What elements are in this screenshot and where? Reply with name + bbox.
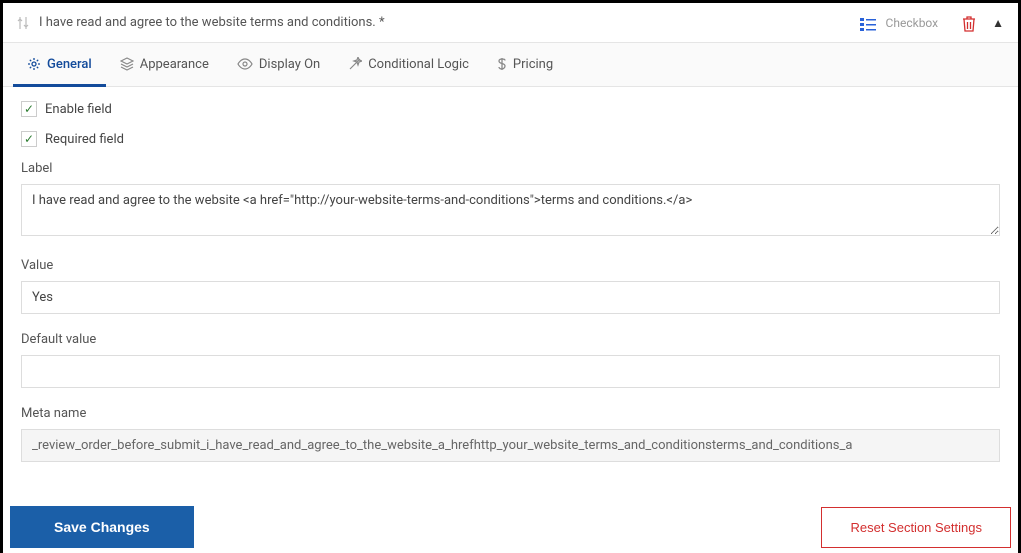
dollar-icon (497, 56, 507, 72)
field-type-label: Checkbox (886, 16, 939, 30)
gear-icon (27, 56, 41, 72)
tab-appearance[interactable]: Appearance (106, 44, 223, 87)
checkbox-checked-icon[interactable]: ✓ (21, 101, 37, 117)
layers-icon (120, 56, 134, 72)
wand-icon (348, 56, 362, 72)
enable-field-label: Enable field (45, 102, 112, 117)
checkbox-checked-icon[interactable]: ✓ (21, 131, 37, 147)
default-value-input[interactable] (21, 355, 1000, 388)
save-button[interactable]: Save Changes (10, 506, 194, 548)
label-caption: Label (21, 161, 1000, 176)
value-caption: Value (21, 258, 1000, 273)
meta-name-field-group: Meta name (21, 406, 1000, 462)
tab-label: Display On (259, 57, 320, 72)
general-panel: ✓ Enable field ✓ Required field Label Va… (3, 87, 1018, 494)
label-field-group: Label (21, 161, 1000, 240)
trash-icon[interactable] (962, 13, 976, 31)
label-textarea[interactable] (21, 184, 1000, 236)
field-title: I have read and agree to the website ter… (39, 15, 850, 30)
checkbox-list-icon (860, 13, 876, 32)
value-input[interactable] (21, 281, 1000, 314)
eye-icon (237, 56, 253, 72)
tab-general[interactable]: General (13, 44, 106, 87)
tab-label: Appearance (140, 57, 209, 72)
meta-name-caption: Meta name (21, 406, 1000, 421)
collapse-icon[interactable]: ▲ (992, 16, 1004, 30)
default-value-caption: Default value (21, 332, 1000, 347)
enable-field-row[interactable]: ✓ Enable field (21, 101, 1000, 117)
field-header: I have read and agree to the website ter… (3, 3, 1018, 43)
footer-bar: Save Changes Reset Section Settings (3, 506, 1018, 553)
drag-handle-icon[interactable] (17, 15, 29, 31)
required-field-row[interactable]: ✓ Required field (21, 131, 1000, 147)
tab-label: Conditional Logic (368, 57, 469, 72)
tab-label: Pricing (513, 57, 553, 72)
tab-conditional-logic[interactable]: Conditional Logic (334, 44, 483, 87)
tab-bar: General Appearance Display On Conditiona… (3, 43, 1018, 87)
value-field-group: Value (21, 258, 1000, 314)
meta-name-input (21, 429, 1000, 462)
tab-pricing[interactable]: Pricing (483, 44, 567, 87)
tab-display-on[interactable]: Display On (223, 44, 334, 87)
default-value-field-group: Default value (21, 332, 1000, 388)
required-field-label: Required field (45, 132, 124, 147)
tab-label: General (47, 57, 92, 72)
reset-section-button[interactable]: Reset Section Settings (821, 507, 1011, 548)
